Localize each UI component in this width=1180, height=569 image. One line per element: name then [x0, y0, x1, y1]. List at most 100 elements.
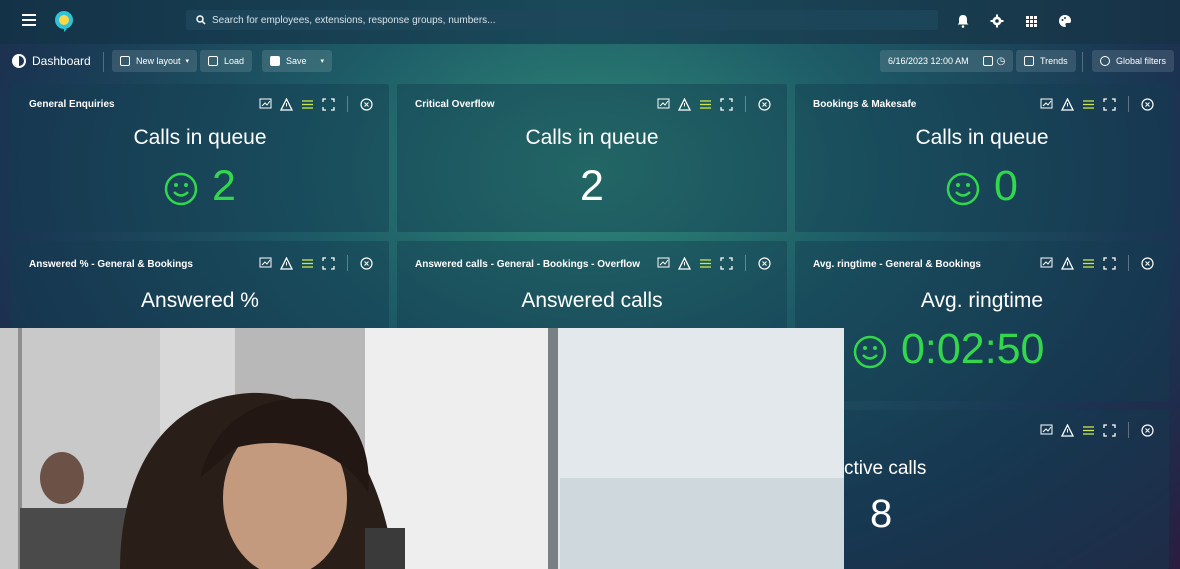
top-bar: Search for employees, extensions, respon… — [0, 0, 1180, 44]
search-icon — [196, 15, 206, 25]
fullscreen-icon[interactable] — [322, 256, 335, 270]
close-icon[interactable] — [1141, 256, 1154, 270]
divider — [745, 96, 746, 112]
dashboard-menu[interactable]: Dashboard — [12, 54, 91, 68]
new-layout-label: New layout — [136, 56, 181, 66]
global-filters-button[interactable]: Global filters — [1092, 50, 1175, 72]
new-layout-button[interactable]: New layout ▾ — [112, 50, 198, 72]
tile-actions — [1040, 96, 1154, 112]
tile-title: Critical Overflow — [415, 99, 495, 110]
tile-title: Answered % - General & Bookings — [29, 259, 193, 270]
warning-icon[interactable] — [678, 256, 691, 270]
divider — [745, 255, 746, 271]
layout-icon — [120, 56, 130, 66]
chart-icon[interactable] — [1040, 257, 1053, 270]
apps-grid-icon[interactable] — [1024, 14, 1038, 28]
tile-actions — [1040, 422, 1154, 438]
sliders-icon[interactable] — [301, 257, 314, 270]
divider — [1128, 422, 1129, 438]
search-placeholder: Search for employees, extensions, respon… — [212, 14, 496, 26]
divider — [1128, 255, 1129, 271]
sliders-icon[interactable] — [1082, 257, 1095, 270]
trends-label: Trends — [1040, 56, 1068, 66]
menu-icon[interactable] — [22, 14, 36, 26]
value-text: 0 — [994, 162, 1018, 210]
warning-icon[interactable] — [1061, 256, 1074, 270]
divider — [1082, 52, 1083, 72]
sliders-icon[interactable] — [699, 257, 712, 270]
close-icon[interactable] — [758, 97, 771, 111]
fullscreen-icon[interactable] — [1103, 423, 1116, 437]
clock-icon[interactable]: ◷ — [997, 56, 1006, 67]
metric-label: Answered calls — [521, 289, 663, 312]
divider — [103, 52, 104, 72]
tile-title: Avg. ringtime - General & Bookings — [813, 259, 981, 270]
close-icon[interactable] — [1141, 97, 1154, 111]
chart-icon[interactable] — [657, 98, 670, 111]
chart-icon[interactable] — [259, 98, 272, 111]
warning-icon[interactable] — [280, 256, 293, 270]
search-input[interactable]: Search for employees, extensions, respon… — [186, 10, 938, 30]
load-button[interactable]: Load — [200, 50, 253, 72]
save-button[interactable]: Save ▾ — [262, 50, 333, 72]
tile-actions — [657, 255, 771, 271]
agent-photo — [0, 328, 844, 569]
sliders-icon[interactable] — [1082, 424, 1095, 437]
tile-title: General Enquiries — [29, 99, 115, 110]
fullscreen-icon[interactable] — [322, 97, 335, 111]
metric-label: Calls in queue — [525, 126, 659, 149]
divider — [1128, 96, 1129, 112]
tile-bookings-makesafe: Bookings & Makesafe Calls in queue 0 — [795, 84, 1169, 232]
gear-icon[interactable] — [990, 14, 1004, 28]
bell-icon[interactable] — [956, 14, 970, 28]
warning-icon[interactable] — [1061, 423, 1074, 437]
metric-label: Calls in queue — [915, 126, 1049, 149]
divider — [347, 255, 348, 271]
tile-title: Answered calls - General - Bookings - Ov… — [415, 259, 641, 270]
chart-icon[interactable] — [1040, 424, 1053, 437]
sliders-icon[interactable] — [699, 98, 712, 111]
date-picker[interactable]: 6/16/2023 12:00 AM ◷ — [880, 50, 1014, 72]
metric-value: 2 — [580, 162, 604, 210]
tile-actions — [657, 96, 771, 112]
close-icon[interactable] — [758, 256, 771, 270]
metric-label: Answered % — [141, 289, 259, 312]
load-icon — [208, 56, 218, 66]
chart-icon[interactable] — [1040, 98, 1053, 111]
metric-label: ctive calls — [844, 458, 927, 479]
global-filters-label: Global filters — [1116, 56, 1167, 66]
close-icon[interactable] — [360, 97, 373, 111]
value-text: 2 — [212, 162, 236, 210]
fullscreen-icon[interactable] — [1103, 97, 1116, 111]
warning-icon[interactable] — [1061, 97, 1074, 111]
trends-button[interactable]: Trends — [1016, 50, 1076, 72]
chart-icon[interactable] — [657, 257, 670, 270]
tile-active-calls: ctive calls 8 — [795, 410, 1169, 569]
sliders-icon[interactable] — [301, 98, 314, 111]
palette-icon[interactable] — [1058, 14, 1072, 28]
tile-title: Bookings & Makesafe — [813, 99, 917, 110]
metric-label: Calls in queue — [133, 126, 267, 149]
fullscreen-icon[interactable] — [720, 256, 733, 270]
date-time-value: 6/16/2023 12:00 AM — [888, 56, 969, 66]
close-icon[interactable] — [1141, 423, 1154, 437]
warning-icon[interactable] — [678, 97, 691, 111]
tile-actions — [259, 96, 373, 112]
value-text: 0:02:50 — [901, 325, 1045, 373]
tile-actions — [1040, 255, 1154, 271]
warning-icon[interactable] — [280, 97, 293, 111]
dashboard-toolbar: Dashboard New layout ▾ Load Save ▾ 6/16/… — [0, 47, 1180, 77]
chevron-down-icon[interactable]: ▾ — [321, 57, 325, 65]
smiley-icon — [946, 172, 980, 205]
tile-avg-ringtime: Avg. ringtime - General & Bookings Avg. … — [795, 241, 1169, 401]
fullscreen-icon[interactable] — [1103, 256, 1116, 270]
smiley-icon — [853, 335, 887, 368]
app-logo-icon[interactable] — [54, 10, 74, 32]
trends-icon — [1024, 56, 1034, 66]
calendar-icon[interactable] — [982, 56, 993, 66]
metric-value: 0 — [795, 162, 1169, 211]
sliders-icon[interactable] — [1082, 98, 1095, 111]
close-icon[interactable] — [360, 256, 373, 270]
chart-icon[interactable] — [259, 257, 272, 270]
fullscreen-icon[interactable] — [720, 97, 733, 111]
